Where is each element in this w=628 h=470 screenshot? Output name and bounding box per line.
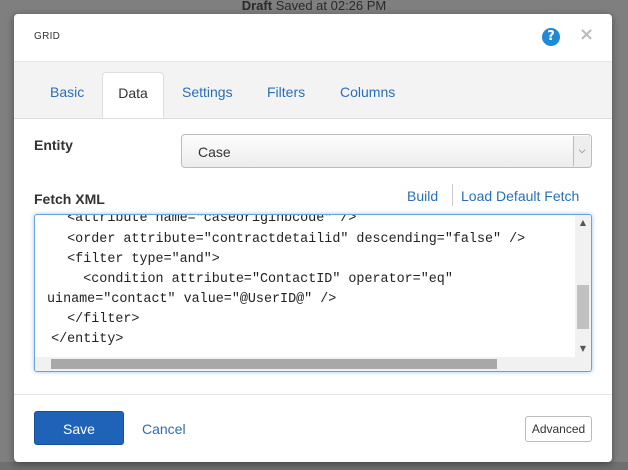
code-line: <condition attribute="ContactID" operato… [35, 272, 453, 287]
background-status-bar: Draft Saved at 02:26 PM [0, 0, 628, 14]
code-line: uiname="contact" value="@UserID@" /> [47, 292, 337, 307]
vertical-scroll-thumb[interactable] [577, 285, 589, 329]
code-line: <order attribute="contractdetailid" desc… [35, 232, 526, 247]
load-default-fetch-link[interactable]: Load Default Fetch [461, 188, 579, 204]
scroll-up-icon[interactable]: ▲ [575, 215, 591, 231]
cancel-button[interactable]: Cancel [142, 421, 186, 437]
draft-label: Draft [241, 0, 273, 13]
code-line: <filter type="and"> [35, 252, 220, 267]
saved-time: Saved at 02:26 PM [275, 0, 387, 13]
advanced-button[interactable]: Advanced [525, 416, 592, 442]
entity-selected-value: Case [198, 144, 231, 160]
grid-dialog: GRID ? × Basic Data Settings Filters Col… [14, 14, 612, 462]
tab-settings[interactable]: Settings [182, 84, 233, 100]
chevron-down-icon[interactable]: ⌵ [573, 136, 590, 166]
entity-select[interactable]: Case ⌵ [181, 134, 592, 168]
code-line: <attribute name="caseoriginbcode" /> [35, 215, 357, 226]
close-icon[interactable]: × [579, 25, 594, 45]
background-overlay [0, 462, 628, 470]
dialog-title: GRID [34, 31, 61, 42]
fetch-xml-editor[interactable]: <attribute name="caseoriginbcode" /> <or… [34, 214, 592, 372]
code-line: </entity> [35, 332, 124, 347]
link-divider [452, 184, 453, 206]
horizontal-scrollbar[interactable] [35, 357, 575, 371]
vertical-scrollbar[interactable]: ▲ ▼ [575, 215, 591, 357]
scrollbar-corner [575, 357, 591, 371]
horizontal-scroll-thumb[interactable] [51, 359, 497, 369]
code-line: </filter> [35, 312, 140, 327]
tab-basic[interactable]: Basic [50, 84, 84, 100]
question-icon[interactable]: ? [542, 28, 560, 46]
build-link[interactable]: Build [407, 188, 438, 204]
tab-columns[interactable]: Columns [340, 84, 395, 100]
tab-bar: Basic Data Settings Filters Columns [14, 62, 612, 119]
tab-data[interactable]: Data [102, 72, 164, 118]
fetch-xml-code[interactable]: <attribute name="caseoriginbcode" /> <or… [35, 215, 575, 357]
dialog-header: GRID ? × [14, 14, 612, 62]
fetch-xml-label: Fetch XML [34, 191, 105, 207]
save-button[interactable]: Save [34, 411, 124, 445]
dialog-footer: Save Cancel Advanced [14, 394, 612, 462]
scroll-down-icon[interactable]: ▼ [575, 341, 591, 357]
tab-filters[interactable]: Filters [267, 84, 305, 100]
entity-label: Entity [34, 137, 73, 153]
